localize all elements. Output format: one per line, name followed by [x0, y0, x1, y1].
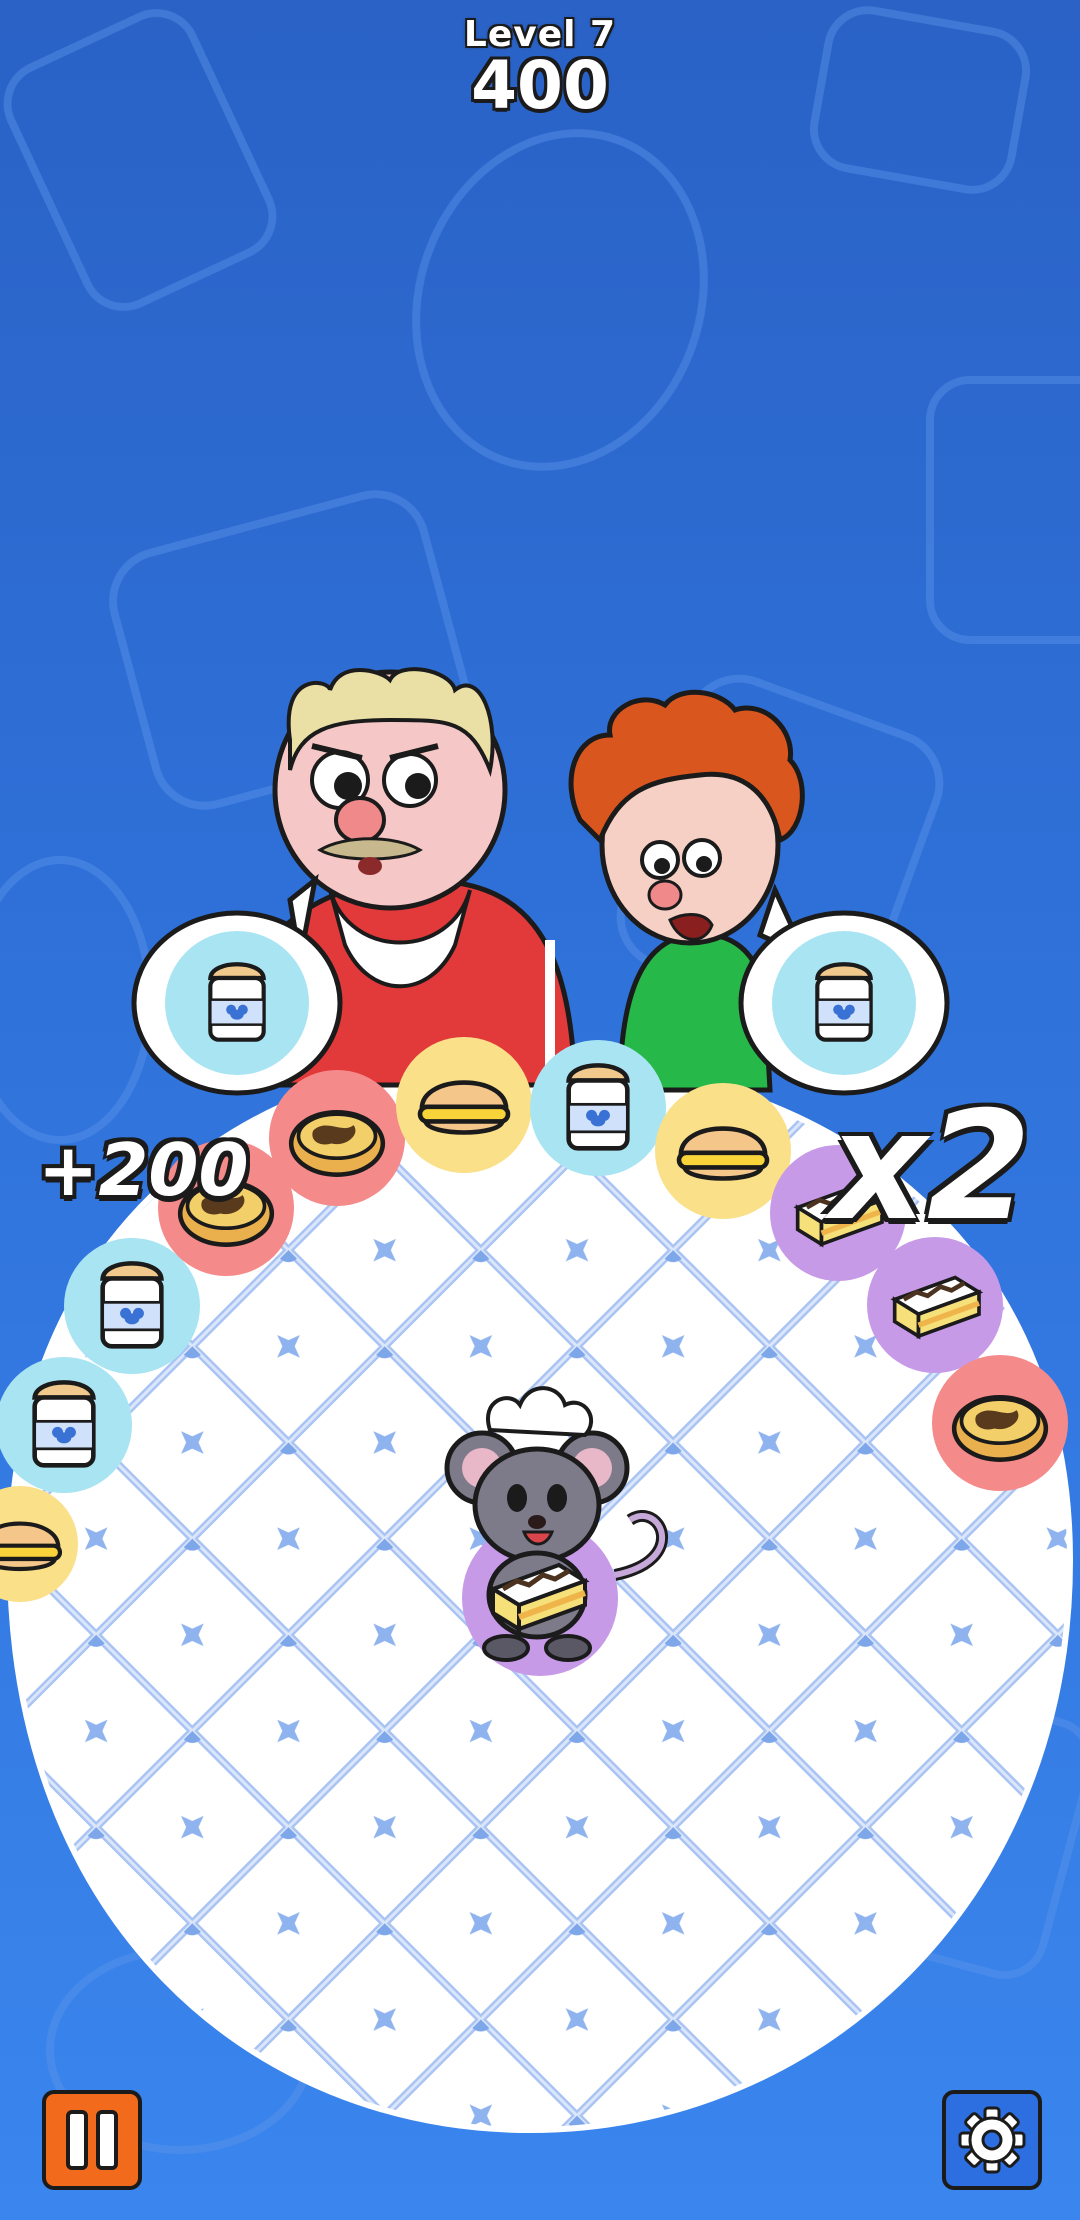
conveyor-item[interactable] — [655, 1083, 791, 1219]
multiplier-popup: x2 — [830, 1080, 1032, 1254]
conveyor-item[interactable] — [64, 1238, 200, 1374]
conveyor-item[interactable] — [269, 1070, 405, 1206]
gear-icon — [958, 2106, 1026, 2174]
conveyor-item[interactable] — [0, 1357, 132, 1493]
conveyor-item[interactable] — [932, 1355, 1068, 1491]
pause-icon — [66, 2110, 118, 2170]
conveyor-item[interactable] — [396, 1037, 532, 1173]
bonus-points-popup: +200 — [38, 1128, 249, 1212]
order-bubble-old-man — [131, 873, 343, 1096]
conveyor-item[interactable] — [867, 1237, 1003, 1373]
conveyor-item[interactable] — [530, 1040, 666, 1176]
settings-button[interactable] — [942, 2090, 1042, 2190]
order-bubble-curly-boy — [738, 883, 950, 1096]
pause-button[interactable] — [42, 2090, 142, 2190]
